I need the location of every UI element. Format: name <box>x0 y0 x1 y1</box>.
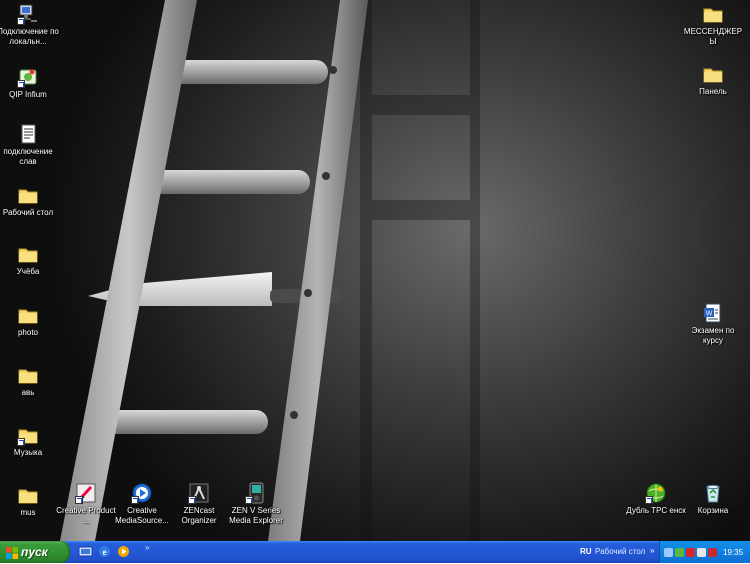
network-tray-icon[interactable] <box>664 547 673 557</box>
windows-logo-icon <box>6 546 18 559</box>
desktop-icon-panel[interactable]: Панель <box>681 63 745 97</box>
clock[interactable]: 19:35 <box>723 548 743 557</box>
desktop: Подключение по локальн... QIP Infium под… <box>0 0 750 541</box>
desktop-icon-label: Рабочий стол <box>2 208 54 217</box>
desktop-toolbar-label[interactable]: Рабочий стол <box>595 547 645 556</box>
desktop-icon-label: Подключение по локальн... <box>0 27 59 46</box>
system-tray: 19:35 <box>659 541 750 563</box>
start-label: пуск <box>21 545 48 559</box>
desktop-icon-label: Дубль ТРС енск <box>626 506 686 515</box>
document-icon <box>17 123 39 145</box>
desktop-icon-label: Экзамен по курсу <box>691 326 735 345</box>
folder-icon <box>17 364 39 386</box>
desktop-icon-folder-av[interactable]: авь <box>0 364 60 398</box>
desktop-icon-mediasource[interactable]: Creative MediaSource... <box>110 482 174 526</box>
desktop-icon-folder-music[interactable]: Музыка <box>0 424 60 458</box>
desktop-icon-label: подключение слав <box>3 147 53 166</box>
creative-product-icon <box>75 482 97 504</box>
desktop-icon-label: mus <box>20 508 36 517</box>
desktop-icon-qip[interactable]: QIP Infium <box>0 66 60 100</box>
desktop-icon-folder-desktop[interactable]: Рабочий стол <box>0 184 60 218</box>
word-document-icon: W <box>702 302 724 324</box>
folder-icon <box>17 484 39 506</box>
recycle-bin-icon <box>702 482 724 504</box>
desktop-icon-folder-study[interactable]: Учёба <box>0 243 60 277</box>
svg-text:W: W <box>706 311 713 318</box>
qip-tray-icon[interactable] <box>675 547 684 557</box>
start-button[interactable]: пуск <box>0 541 70 563</box>
desktop-icon-document[interactable]: подключение слав <box>0 123 60 167</box>
toolbar-chevron-icon[interactable]: » <box>650 546 654 555</box>
desktop-icon-zen-explorer[interactable]: ZEN V Series Media Explorer <box>224 482 288 526</box>
desktop-icon-label: QIP Infium <box>9 90 47 99</box>
desktop-icon-label: МЕССЕНДЖЕРЫ <box>683 27 743 46</box>
wallpaper-ladder <box>60 0 480 541</box>
qip-icon <box>17 66 39 88</box>
folder-icon <box>17 184 39 206</box>
folder-icon <box>17 304 39 326</box>
desktop-icon-creative-product[interactable]: Creative Product ... <box>54 482 118 526</box>
volume-tray-icon[interactable] <box>697 547 706 557</box>
folder-shortcut-icon <box>17 424 39 446</box>
desktop-icon-recycle-bin[interactable]: Корзина <box>681 482 745 516</box>
quick-launch: e <box>78 544 131 560</box>
globe-shortcut-icon <box>645 482 667 504</box>
desktop-icon-exam-document[interactable]: W Экзамен по курсу <box>681 302 745 346</box>
desktop-icon-label: Панель <box>699 87 727 96</box>
desktop-icon-label: Музыка <box>13 448 43 457</box>
desktop-icon-network-connection[interactable]: Подключение по локальн... <box>0 3 60 47</box>
desktop-icon-label: Creative Product ... <box>56 506 116 525</box>
zencast-icon <box>188 482 210 504</box>
show-desktop-icon[interactable] <box>78 544 93 559</box>
desktop-icon-zencast[interactable]: ZENcast Organizer <box>167 482 231 526</box>
zen-explorer-icon <box>245 482 267 504</box>
desktop-icon-label: ZENcast Organizer <box>181 506 217 525</box>
network-connection-icon <box>17 3 39 25</box>
folder-icon <box>702 3 724 25</box>
svg-text:e: e <box>103 547 107 557</box>
folder-icon <box>702 63 724 85</box>
internet-explorer-icon[interactable]: e <box>97 544 112 559</box>
desktop-icon-messengers[interactable]: МЕССЕНДЖЕРЫ <box>681 3 745 47</box>
desktop-icon-label: Учёба <box>16 267 40 276</box>
desktop-icon-globe-shortcut[interactable]: Дубль ТРС енск <box>624 482 688 516</box>
shield-tray-icon[interactable] <box>708 547 717 557</box>
taskbar: пуск e » RU Рабочий стол » 19:35 <box>0 541 750 563</box>
mediasource-icon <box>131 482 153 504</box>
desktop-icon-label: photo <box>17 328 39 337</box>
language-indicator[interactable]: RU <box>580 547 592 556</box>
folder-icon <box>17 243 39 265</box>
desktop-icon-label: авь <box>21 388 35 397</box>
desktop-icon-folder-mus[interactable]: mus <box>0 484 60 518</box>
desktop-icon-label: ZEN V Series Media Explorer <box>229 506 283 525</box>
desktop-icon-folder-photo[interactable]: photo <box>0 304 60 338</box>
desktop-icon-label: Creative MediaSource... <box>115 506 169 525</box>
media-player-icon[interactable] <box>116 544 131 559</box>
antivirus-tray-icon[interactable] <box>686 547 695 557</box>
quick-launch-chevron-icon[interactable]: » <box>145 543 149 552</box>
desktop-icon-label: Корзина <box>697 506 729 515</box>
